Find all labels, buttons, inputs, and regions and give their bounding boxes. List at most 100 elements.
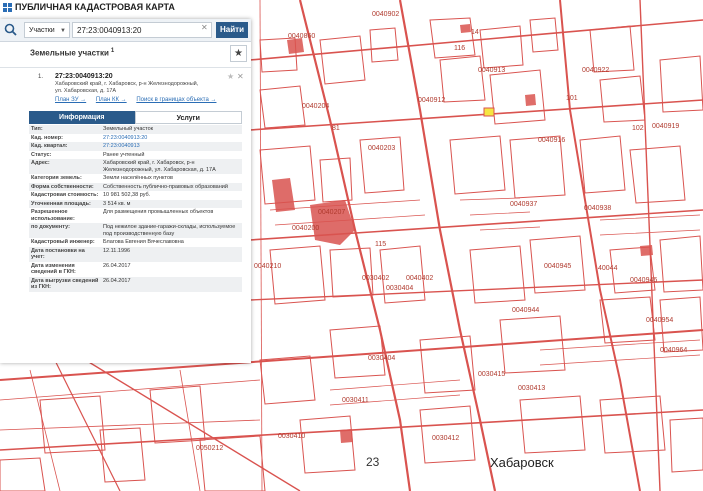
info-row: Дата изменения сведений в ГКН: 26.04.2017 <box>29 262 242 277</box>
results-header: Земельные участки 1 ★ <box>0 41 251 68</box>
map-label: 0040954 <box>646 317 673 324</box>
result-links: План ЗУ → План КК → Поиск в границах объ… <box>55 97 224 103</box>
info-value: 3 514 кв. м <box>103 200 131 207</box>
info-value: Для размещения промышленных объектов <box>103 209 214 215</box>
info-row: Дата постановки на учет: 12.11.1996 <box>29 246 242 262</box>
results-title: Земельные участки 1 <box>30 48 114 58</box>
map-label: 0030410 <box>278 433 305 440</box>
info-key: Форма собственности: <box>31 183 94 190</box>
info-value: Собственность публично-правовых образова… <box>103 183 228 190</box>
info-value: Земельный участок <box>103 126 154 132</box>
info-value: Под нежилое здание-гаражи-склады, исполь… <box>103 224 236 237</box>
info-key: Категория земель: <box>31 175 82 181</box>
map-label: 0040919 <box>652 123 679 130</box>
map-label: 0040207 <box>318 209 345 216</box>
info-row: Кад. номер: 27:23:0040913:20 <box>29 134 242 143</box>
map-label: 102 <box>632 125 644 132</box>
map-label: 101 <box>566 95 578 102</box>
map-label: 0040860 <box>288 33 315 40</box>
map-label: 81 <box>332 125 340 132</box>
info-key: Статус: <box>31 151 52 158</box>
map-city-label: Хабаровск <box>490 455 554 470</box>
info-row: Кадастровый инженер: Благова Евгения Вяче… <box>29 238 242 247</box>
favorites-star-button[interactable]: ★ <box>230 45 247 62</box>
info-value: Хабаровский край, г. Хабаровск, р-н Желе… <box>103 160 216 173</box>
map-label: 0040945 <box>544 263 571 270</box>
result-address: Хабаровский край, г. Хабаровск, р-н Желе… <box>55 81 199 94</box>
info-value: Ранее учтенный <box>103 151 145 158</box>
map-label: 40044 <box>598 265 618 272</box>
info-value: 26.04.2017 <box>103 262 131 269</box>
map-label: 0040938 <box>584 205 611 212</box>
info-value: 12.11.1996 <box>103 247 131 254</box>
search-icon[interactable] <box>4 23 17 36</box>
results-count: 1 <box>110 48 115 54</box>
info-key: Кад. квартал: <box>31 143 68 149</box>
info-key: Кадастровая стоимость: <box>31 192 99 198</box>
map-block-label: 23 <box>366 455 380 469</box>
chevron-down-icon: ▼ <box>60 28 66 34</box>
map-label: 0030404 <box>386 285 413 292</box>
result-number: 1. <box>38 74 44 80</box>
tab-services[interactable]: Услуги <box>134 111 242 124</box>
info-value: 10 981 502,38 руб. <box>103 192 151 198</box>
map-label: 0040964 <box>660 347 687 354</box>
result-close-icon[interactable]: ✕ <box>237 72 244 81</box>
info-row: Дата выгрузки сведений из ГКН: 26.04.2017 <box>29 276 242 292</box>
app-logo-icon <box>3 2 12 12</box>
info-row: Категория земель: Земли населённых пункто… <box>29 174 242 183</box>
app-title-text: ПУБЛИЧНАЯ КАДАСТРОВАЯ КАРТА <box>15 2 175 12</box>
info-key: Разрешенное использование: <box>31 209 75 222</box>
map-label: 0030415 <box>478 371 505 378</box>
map-label: 0040946 <box>630 277 657 284</box>
find-button[interactable]: Найти <box>216 22 248 38</box>
map-label: 116 <box>454 45 465 52</box>
info-key: Дата постановки на учет: <box>31 247 85 261</box>
map-label: 0040203 <box>368 145 395 152</box>
map-label: 0040200 <box>292 225 319 232</box>
info-row: по документу: Под нежилое здание-гаражи-с… <box>29 223 242 238</box>
search-in-bounds-link[interactable]: Поиск в границах объекта → <box>136 97 216 103</box>
info-row: Адрес: Хабаровский край, г. Хабаровск, р-… <box>29 159 242 174</box>
tab-information[interactable]: Информация <box>29 111 135 124</box>
info-key: Кадастровый инженер: <box>31 239 95 245</box>
map-label: 0040210 <box>254 263 281 270</box>
info-key: Уточненная площадь: <box>31 200 91 207</box>
info-key: Адрес: <box>31 160 50 166</box>
info-key: по документу: <box>31 224 70 230</box>
plan-zu-link[interactable]: План ЗУ → <box>55 97 86 103</box>
result-star-icon[interactable]: ★ <box>227 72 234 81</box>
highlighted-parcels <box>272 24 653 443</box>
selected-parcel[interactable] <box>483 107 495 117</box>
map-label: 0040944 <box>512 307 539 314</box>
map-label: 0040902 <box>372 11 399 18</box>
info-key: Дата изменения сведений в ГКН: <box>31 262 76 276</box>
search-type-label: Участки <box>29 27 55 34</box>
info-value-link[interactable]: 27:23:0040913 <box>103 143 140 149</box>
map-label: 115 <box>375 241 386 248</box>
map-label: 0030402 <box>362 275 389 282</box>
map-label: 14 <box>471 29 479 36</box>
map-label: 0040922 <box>582 67 609 74</box>
info-value-link[interactable]: 27:23:0040913:20 <box>103 135 147 141</box>
info-table: Тип: Земельный участок Кад. номер: 27:23:00… <box>29 125 242 292</box>
map-label: 0030404 <box>368 355 395 362</box>
search-input[interactable] <box>72 22 212 38</box>
map-label: 0030412 <box>432 435 459 442</box>
info-row: Тип: Земельный участок <box>29 125 242 134</box>
search-type-select[interactable]: Участки ▼ <box>24 22 70 38</box>
info-row: Разрешенное использование: Для размещения… <box>29 208 242 223</box>
plan-kk-link[interactable]: План КК → <box>96 97 127 103</box>
app-title: ПУБЛИЧНАЯ КАДАСТРОВАЯ КАРТА <box>0 0 178 14</box>
results-title-text: Земельные участки <box>30 48 109 58</box>
info-row: Форма собственности: Собственность публич… <box>29 182 242 191</box>
result-item[interactable]: 1. 27:23:0040913:20 Хабаровский край, г.… <box>0 67 251 107</box>
result-cad-number[interactable]: 27:23:0040913:20 <box>55 73 113 80</box>
info-key: Кад. номер: <box>31 134 63 141</box>
clear-icon[interactable]: ✕ <box>201 23 208 32</box>
info-row: Уточненная площадь: 3 514 кв. м <box>29 199 242 208</box>
info-row: Кад. квартал: 27:23:0040913 <box>29 142 242 151</box>
info-row: Кадастровая стоимость: 10 981 502,38 руб. <box>29 191 242 200</box>
search-bar: Участки ▼ ✕ Найти <box>0 19 251 42</box>
tabs: Информация Услуги <box>29 111 242 124</box>
